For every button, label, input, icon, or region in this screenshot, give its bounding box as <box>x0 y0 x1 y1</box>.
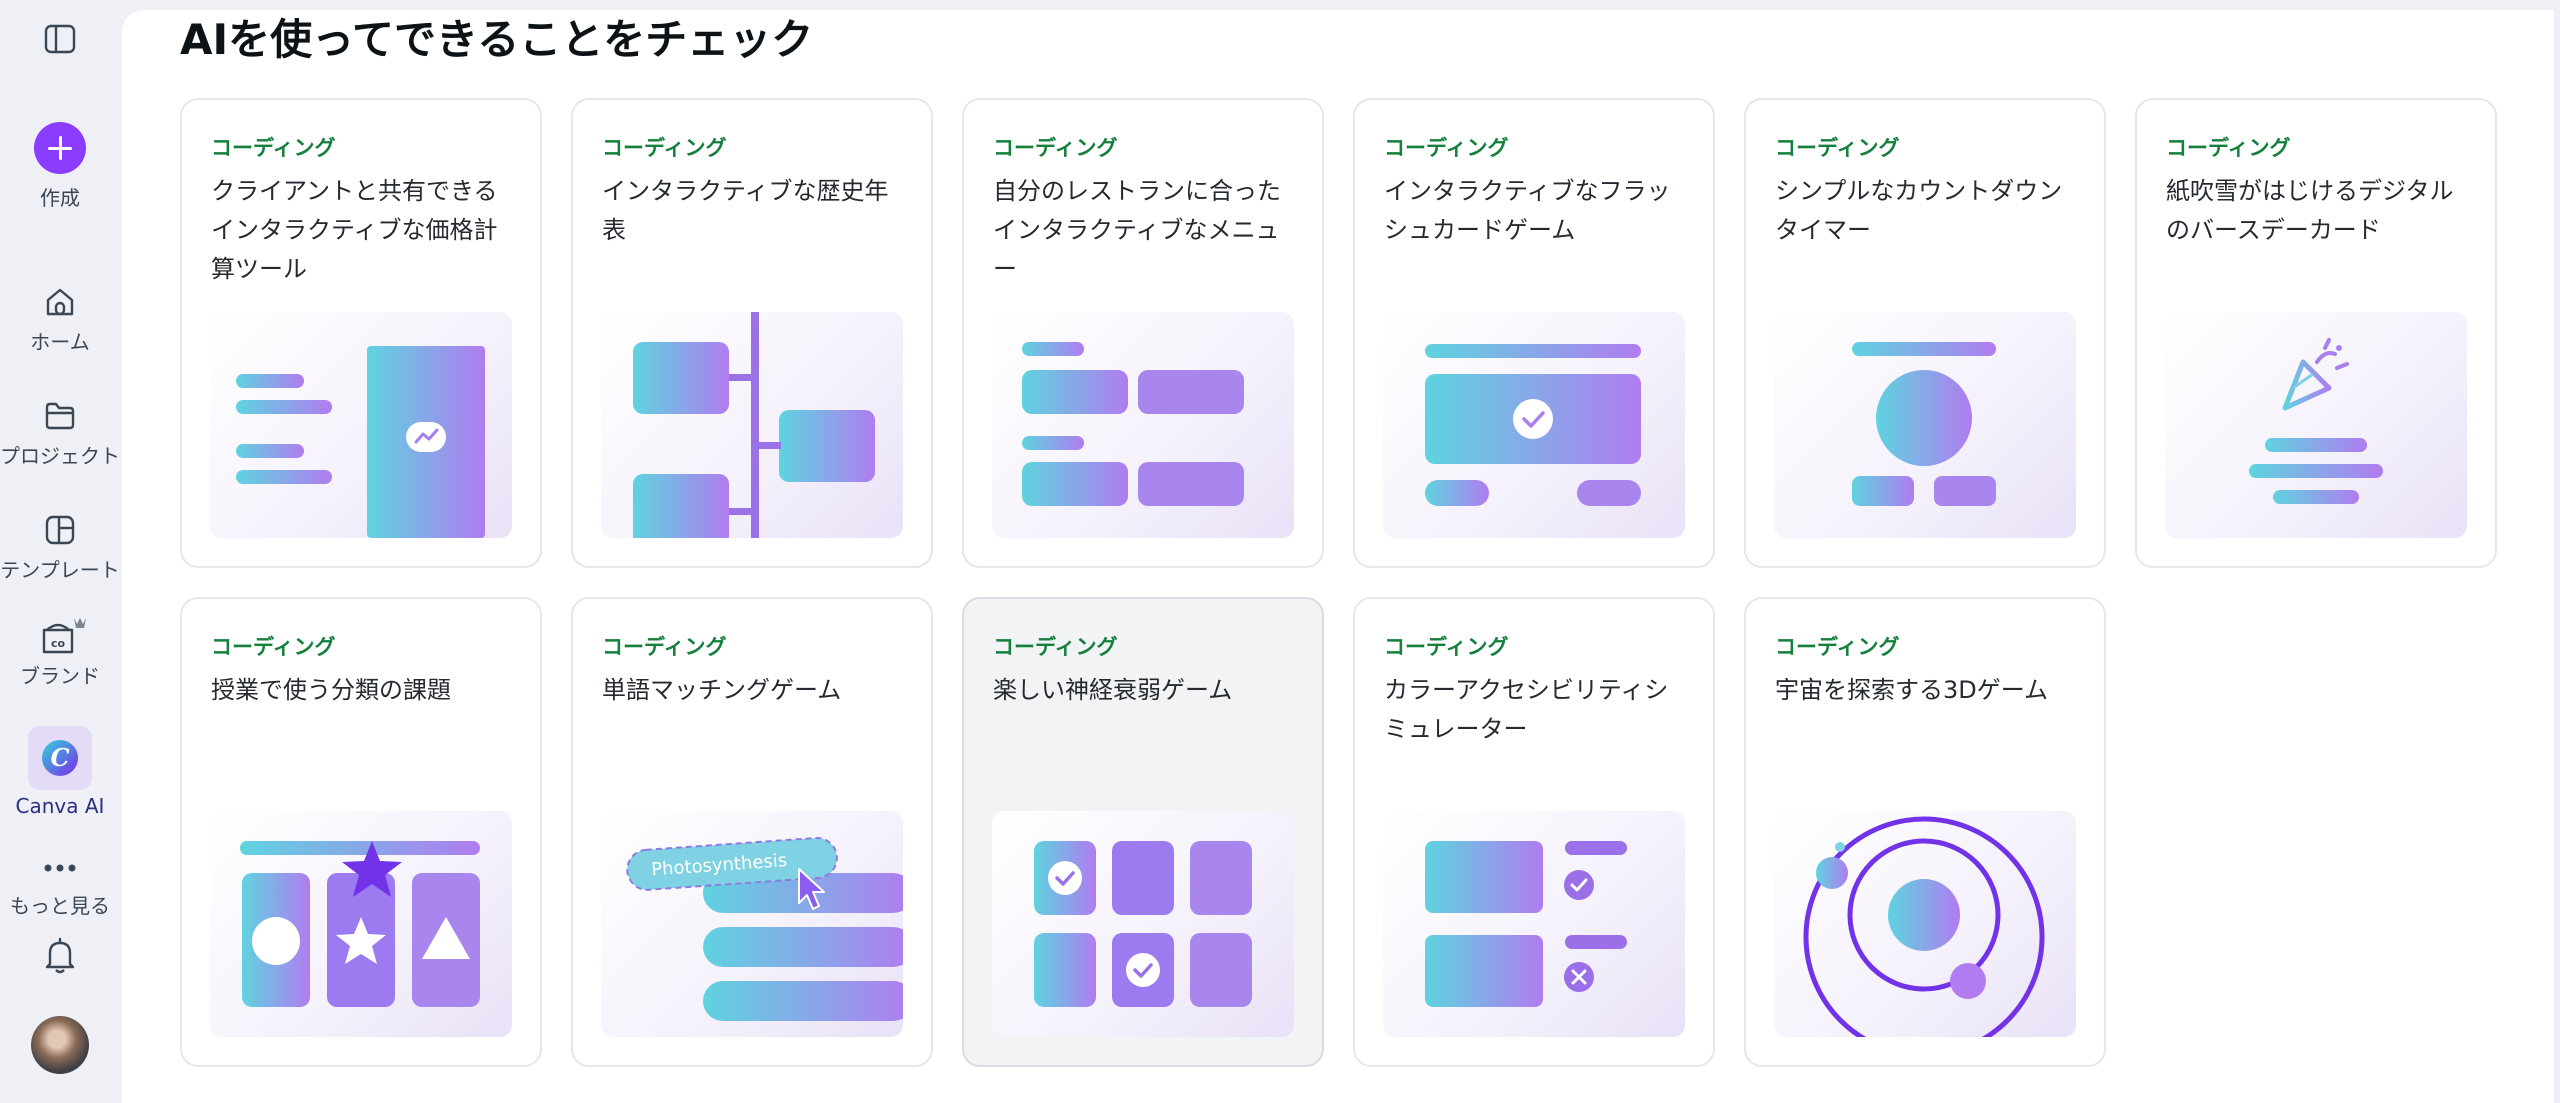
card-illustration <box>2165 312 2467 538</box>
card-tag: コーディング <box>211 635 336 659</box>
card-title: 単語マッチングゲーム <box>602 676 842 704</box>
template-card[interactable]: コーディング クライアントと共有できるインタラクティブな価格計算ツール <box>180 98 542 568</box>
card-illustration <box>1774 312 2076 538</box>
sidebar-item-home[interactable]: ホーム <box>0 284 120 355</box>
template-card[interactable]: コーディング カラーアクセシビリティシミュレーター <box>1353 597 1715 1067</box>
template-card[interactable]: コーディング インタラクティブなフラッシュカードゲーム <box>1353 98 1715 568</box>
template-card[interactable]: コーディング インタラクティブな歴史年表 <box>571 98 933 568</box>
more-icon <box>44 864 76 872</box>
card-illustration <box>992 312 1294 538</box>
sidebar-item-templates[interactable]: テンプレート <box>0 512 120 583</box>
sidebar-item-more[interactable]: もっと見る <box>0 860 120 924</box>
sidebar-item-projects[interactable]: プロジェクト <box>0 398 120 469</box>
card-illustration <box>601 312 903 538</box>
sidebar-item-label: ブランド <box>20 664 100 688</box>
card-title: 楽しい神経衰弱ゲーム <box>993 676 1233 704</box>
folder-icon <box>45 402 75 430</box>
card-tag: コーディング <box>1384 635 1509 659</box>
card-illustration <box>210 811 512 1037</box>
home-icon <box>46 288 74 316</box>
template-card[interactable]: コーディング シンプルなカウントダウンタイマー <box>1744 98 2106 568</box>
bell-icon <box>45 937 75 974</box>
card-title: 授業で使う分類の課題 <box>211 676 451 704</box>
sidebar-item-label: Canva AI <box>15 794 105 818</box>
card-tag: コーディング <box>993 635 1118 659</box>
page-title: AIを使ってできることをチェック <box>180 15 814 64</box>
sidebar-toggle-button[interactable] <box>0 22 120 56</box>
card-tag: コーディング <box>1775 635 1900 659</box>
card-illustration: Photosynthesis <box>601 811 903 1037</box>
card-tag: コーディング <box>211 136 336 160</box>
template-icon <box>45 515 75 545</box>
card-tag: コーディング <box>2166 136 2291 160</box>
svg-text:co: co <box>51 637 66 650</box>
sidebar-item-label: ホーム <box>30 330 90 354</box>
avatar <box>31 1016 89 1074</box>
card-illustration <box>1383 811 1685 1037</box>
canva-ai-icon: C <box>28 726 92 790</box>
card-illustration <box>1383 312 1685 538</box>
template-card[interactable]: コーディング 単語マッチングゲーム Photosynthesis <box>571 597 933 1067</box>
card-illustration <box>1774 811 2076 1037</box>
card-tag: コーディング <box>993 136 1118 160</box>
card-title: 紙吹雪がはじけるデジタルのバースデーカード <box>2166 177 2454 244</box>
card-title: 宇宙を探索する3Dゲーム <box>1775 676 2049 704</box>
template-card[interactable]: コーディング 紙吹雪がはじけるデジタルのバースデーカード <box>2135 98 2497 568</box>
notifications-button[interactable] <box>0 936 120 976</box>
card-illustration <box>210 312 512 538</box>
template-card[interactable]: コーディング 宇宙を探索する3Dゲーム <box>1744 597 2106 1067</box>
card-tag: コーディング <box>1384 136 1509 160</box>
card-illustration <box>992 811 1294 1037</box>
card-title: インタラクティブな歴史年表 <box>602 177 889 244</box>
sidebar-item-brand[interactable]: co ブランド <box>0 614 120 689</box>
sidebar: 作成 ホーム プロジェクト テンプレート co ブランド C Canva AI … <box>0 0 120 1103</box>
card-title: インタラクティブなフラッシュカードゲーム <box>1384 177 1671 244</box>
sidebar-toggle-icon <box>44 24 76 54</box>
card-title: クライアントと共有できるインタラクティブな価格計算ツール <box>211 177 498 283</box>
template-card[interactable]: コーディング 授業で使う分類の課題 <box>180 597 542 1067</box>
canva-ai-badge: C <box>42 740 78 776</box>
account-button[interactable] <box>0 1016 120 1074</box>
sidebar-item-label: テンプレート <box>0 558 120 582</box>
main-panel: AIを使ってできることをチェック コーディング クライアントと共有できるインタラ… <box>122 10 2554 1103</box>
plus-icon <box>34 122 86 174</box>
card-title: シンプルなカウントダウンタイマー <box>1775 177 2063 244</box>
card-title: カラーアクセシビリティシミュレーター <box>1384 676 1669 743</box>
create-label: 作成 <box>40 186 80 210</box>
brand-icon: co <box>42 618 86 654</box>
sidebar-item-label: プロジェクト <box>0 444 120 468</box>
sidebar-item-label: もっと見る <box>10 894 110 918</box>
card-tag: コーディング <box>602 136 727 160</box>
card-tag: コーディング <box>1775 136 1900 160</box>
create-button[interactable]: 作成 <box>0 122 120 211</box>
sidebar-item-canva-ai[interactable]: C Canva AI <box>0 726 120 818</box>
template-card[interactable]: コーディング 楽しい神経衰弱ゲーム <box>962 597 1324 1067</box>
card-title: 自分のレストランに合ったインタラクティブなメニュー <box>993 177 1281 283</box>
card-tag: コーディング <box>602 635 727 659</box>
template-card[interactable]: コーディング 自分のレストランに合ったインタラクティブなメニュー <box>962 98 1324 568</box>
